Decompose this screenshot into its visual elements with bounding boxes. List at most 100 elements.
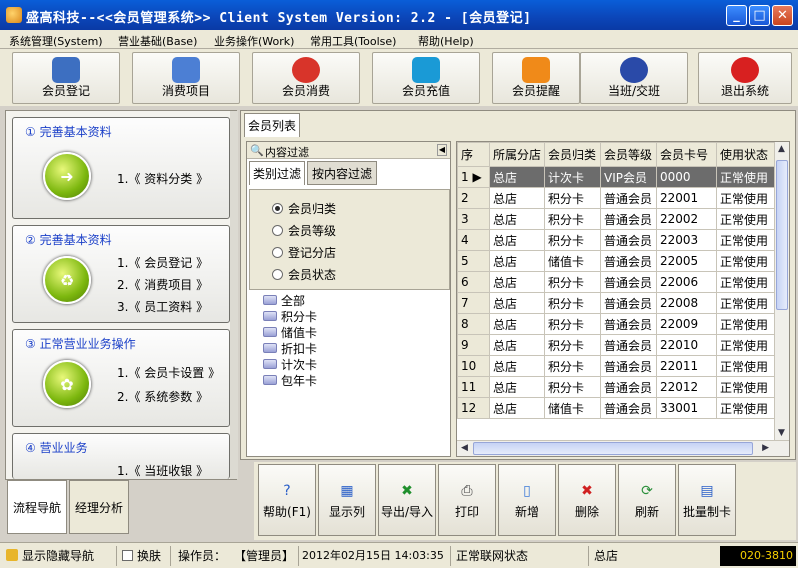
arrow-orb-icon[interactable]: ➜ [43, 152, 91, 200]
menu-bar: 系统管理(System) 营业基础(Base) 业务操作(Work) 常用工具(… [0, 30, 798, 49]
toggle-nav-button[interactable]: 显示隐藏导航 [6, 547, 94, 565]
table-cell: 积分卡 [544, 187, 601, 209]
tab-category-filter[interactable]: 类别过滤 [249, 161, 305, 185]
tab-flow-navigation[interactable]: 流程导航 [7, 480, 67, 534]
menu-help[interactable]: 帮助(Help) [418, 33, 474, 49]
table-cell: 正常使用 [716, 208, 777, 230]
table-cell: 22006 [656, 271, 717, 293]
nav-card-basic-data: ① 完善基本资料 ➜ 1.《 资料分类 》 [12, 117, 230, 219]
flow-navigation-panel: ① 完善基本资料 ➜ 1.《 资料分类 》 ② 完善基本资料 ♻ 1.《 会员登… [5, 110, 238, 480]
table-row[interactable]: 3 总店 积分卡 普通会员 22002 正常使用 [457, 208, 777, 230]
show-columns-button[interactable]: ▦ 显示列 [318, 464, 376, 536]
nav-card-business-ops: ③ 正常营业业务操作 ✿ 1.《 会员卡设置 》 2.《 系统参数 》 [12, 329, 230, 427]
table-row[interactable]: 2 总店 积分卡 普通会员 22001 正常使用 [457, 187, 777, 209]
delete-button[interactable]: ✖ 删除 [558, 464, 616, 536]
table-row[interactable]: 11 总店 积分卡 普通会员 22012 正常使用 [457, 376, 777, 398]
action-bar: ? 帮助(F1) ▦ 显示列 ✖ 导出/导入 ⎙ 打印 ▯ 新增 ✖ 删除 ⟳ … [254, 462, 796, 540]
nav-link-consume-items[interactable]: 2.《 消费项目 》 [117, 276, 208, 293]
scroll-thumb[interactable] [473, 442, 753, 455]
batch-make-card-button[interactable]: ▤ 批量制卡 [678, 464, 736, 536]
table-row[interactable]: 10 总店 积分卡 普通会员 22011 正常使用 [457, 355, 777, 377]
nav-link-card-settings[interactable]: 1.《 会员卡设置 》 [117, 364, 220, 381]
export-import-button[interactable]: ✖ 导出/导入 [378, 464, 436, 536]
table-row[interactable]: 1 ▶ 总店 计次卡 VIP会员 0000 正常使用 [457, 166, 777, 188]
member-recharge-button[interactable]: 会员充值 [372, 52, 480, 104]
consume-items-button[interactable]: 消费项目 [132, 52, 240, 104]
table-row[interactable]: 9 总店 积分卡 普通会员 22010 正常使用 [457, 334, 777, 356]
nav-link-member-register[interactable]: 1.《 会员登记 》 [117, 254, 208, 271]
scroll-right-icon[interactable]: ▶ [762, 443, 769, 453]
nav-link-system-params[interactable]: 2.《 系统参数 》 [117, 388, 208, 405]
table-row[interactable]: 12 总店 储值卡 普通会员 33001 正常使用 [457, 397, 777, 419]
minimize-button[interactable]: _ [726, 5, 747, 26]
tab-content-filter[interactable]: 按内容过滤 [307, 161, 377, 185]
column-header-level[interactable]: 会员等级 [600, 142, 657, 167]
table-cell: 储值卡 [544, 397, 601, 419]
table-row[interactable]: 4 总店 积分卡 普通会员 22003 正常使用 [457, 229, 777, 251]
table-cell: 积分卡 [544, 313, 601, 335]
menu-system[interactable]: 系统管理(System) [9, 33, 103, 49]
scroll-thumb[interactable] [776, 160, 788, 310]
table-row[interactable]: 6 总店 积分卡 普通会员 22006 正常使用 [457, 271, 777, 293]
table-row[interactable]: 7 总店 积分卡 普通会员 22008 正常使用 [457, 292, 777, 314]
member-consume-button[interactable]: 会员消费 [252, 52, 360, 104]
close-button[interactable]: ✕ [772, 5, 793, 26]
nav-link-data-category[interactable]: 1.《 资料分类 》 [117, 170, 208, 187]
recycle-orb-icon[interactable]: ♻ [43, 256, 91, 304]
card-stack-icon [263, 327, 277, 337]
help-button[interactable]: ? 帮助(F1) [258, 464, 316, 536]
tree-item-discount-card[interactable]: 折扣卡 [263, 340, 317, 357]
shift-handover-button[interactable]: 当班/交班 [580, 52, 688, 104]
table-cell: 普通会员 [600, 250, 657, 272]
menu-work[interactable]: 业务操作(Work) [214, 33, 294, 49]
tree-item-yearly-card[interactable]: 包年卡 [263, 372, 317, 389]
grid-horizontal-scrollbar[interactable]: ◀ ▶ [457, 440, 789, 456]
table-cell: 总店 [489, 271, 545, 293]
radio-member-status[interactable]: 会员状态 [272, 266, 336, 283]
tree-item-all[interactable]: 全部 [263, 292, 305, 309]
table-row[interactable]: 8 总店 积分卡 普通会员 22009 正常使用 [457, 313, 777, 335]
cookie-orb-icon[interactable]: ✿ [43, 360, 91, 408]
maximize-button[interactable]: □ [749, 5, 770, 26]
row-index-cell: 11 [457, 376, 490, 398]
member-remind-button[interactable]: 会员提醒 [492, 52, 580, 104]
menu-base[interactable]: 营业基础(Base) [118, 33, 197, 49]
tab-manager-analysis[interactable]: 经理分析 [69, 480, 129, 534]
column-header-card-no[interactable]: 会员卡号 [656, 142, 717, 167]
table-cell: 总店 [489, 334, 545, 356]
radio-member-category[interactable]: 会员归类 [272, 200, 336, 217]
add-button[interactable]: ▯ 新增 [498, 464, 556, 536]
refresh-button[interactable]: ⟳ 刷新 [618, 464, 676, 536]
table-cell: 积分卡 [544, 292, 601, 314]
skin-checkbox[interactable]: 换肤 [122, 547, 161, 565]
nav-link-staff-data[interactable]: 3.《 员工资料 》 [117, 298, 208, 315]
menu-tools[interactable]: 常用工具(Toolse) [310, 33, 396, 49]
column-header-branch[interactable]: 所属分店 [489, 142, 545, 167]
column-header-category[interactable]: 会员归类 [544, 142, 601, 167]
table-cell: 普通会员 [600, 376, 657, 398]
scroll-down-icon[interactable]: ▼ [778, 428, 785, 438]
tree-item-points-card[interactable]: 积分卡 [263, 308, 317, 325]
tab-member-list[interactable]: 会员列表 [244, 113, 300, 137]
scroll-up-icon[interactable]: ▲ [778, 144, 785, 154]
operator-name: 【管理员】 [234, 549, 295, 563]
column-header-index[interactable]: 序 [457, 142, 490, 167]
nav-scrollbar[interactable] [230, 111, 238, 479]
grid-vertical-scrollbar[interactable]: ▲ ▼ [774, 142, 789, 440]
tree-item-count-card[interactable]: 计次卡 [263, 356, 317, 373]
collapse-icon[interactable]: ◀ [437, 144, 447, 156]
app-icon [6, 7, 22, 23]
network-status: 正常联网状态 [456, 549, 529, 563]
print-button[interactable]: ⎙ 打印 [438, 464, 496, 536]
scroll-left-icon[interactable]: ◀ [461, 443, 468, 453]
nav-card-heading: ④ 营业业务 [25, 441, 88, 455]
member-register-button[interactable]: 会员登记 [12, 52, 120, 104]
radio-member-level[interactable]: 会员等级 [272, 222, 336, 239]
refresh-icon: ⟳ [641, 483, 653, 499]
column-header-status[interactable]: 使用状态 [716, 142, 777, 167]
exit-system-button[interactable]: 退出系统 [698, 52, 792, 104]
table-row[interactable]: 5 总店 储值卡 普通会员 22005 正常使用 [457, 250, 777, 272]
nav-link-shift-cashier[interactable]: 1.《 当班收银 》 [117, 462, 208, 479]
radio-register-branch[interactable]: 登记分店 [272, 244, 336, 261]
tree-item-stored-value-card[interactable]: 储值卡 [263, 324, 317, 341]
